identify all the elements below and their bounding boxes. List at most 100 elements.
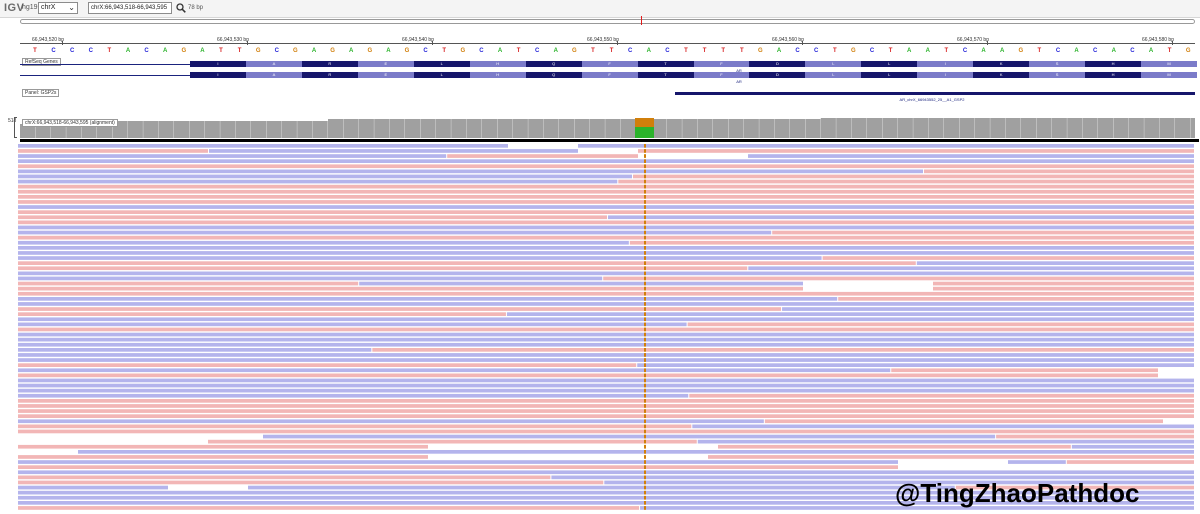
read[interactable]	[18, 337, 1194, 342]
read[interactable]	[692, 424, 1194, 429]
read[interactable]	[18, 327, 1194, 332]
read[interactable]	[18, 200, 1194, 204]
read[interactable]	[263, 434, 996, 439]
chevron-down-icon[interactable]: ⌄	[68, 3, 75, 13]
read[interactable]	[18, 388, 1194, 393]
read[interactable]	[359, 281, 803, 286]
read[interactable]	[1008, 460, 1066, 464]
read[interactable]	[18, 210, 1194, 214]
read[interactable]	[18, 480, 604, 485]
read[interactable]	[697, 439, 1194, 444]
read[interactable]	[18, 164, 1194, 169]
read[interactable]	[18, 251, 1194, 255]
read[interactable]	[18, 154, 447, 158]
read[interactable]	[18, 348, 372, 352]
read[interactable]	[18, 399, 1194, 403]
read[interactable]	[18, 307, 782, 311]
read[interactable]	[603, 276, 1194, 281]
read[interactable]	[18, 240, 629, 245]
read[interactable]	[18, 378, 1194, 383]
read[interactable]	[18, 358, 1194, 362]
locus-input[interactable]: chrX:66,943,518-66,943,595	[88, 2, 172, 14]
read[interactable]	[924, 169, 1194, 174]
read[interactable]	[18, 460, 898, 464]
read[interactable]	[633, 174, 1194, 179]
read[interactable]	[18, 246, 1194, 250]
read[interactable]	[18, 169, 924, 174]
read[interactable]	[933, 286, 1194, 291]
coverage-mismatch-bar[interactable]	[635, 118, 654, 127]
read[interactable]	[782, 307, 1194, 311]
coverage-mismatch-bar[interactable]	[635, 127, 654, 138]
read[interactable]	[18, 302, 1194, 306]
coverage-track[interactable]	[20, 117, 1195, 138]
read[interactable]	[18, 266, 748, 271]
read[interactable]	[18, 332, 1194, 337]
read[interactable]	[18, 225, 1194, 230]
read[interactable]	[18, 149, 208, 153]
read[interactable]	[18, 291, 1194, 296]
read[interactable]	[18, 409, 1194, 413]
read[interactable]	[18, 465, 898, 469]
read[interactable]	[18, 235, 1194, 240]
read[interactable]	[18, 195, 1194, 199]
read[interactable]	[18, 506, 640, 510]
read[interactable]	[764, 419, 1163, 424]
gene-exon[interactable]: IARELHQFTFDLLIKSHM	[190, 72, 1197, 78]
read[interactable]	[18, 429, 1194, 434]
read[interactable]	[1066, 460, 1194, 464]
read[interactable]	[447, 154, 638, 158]
read[interactable]	[718, 444, 1071, 449]
read[interactable]	[891, 368, 1158, 373]
read[interactable]	[18, 205, 1194, 209]
panel-track-name[interactable]: Panel: GSP2s	[22, 89, 60, 97]
read[interactable]	[18, 363, 637, 367]
read[interactable]	[748, 266, 1194, 271]
read[interactable]	[18, 261, 916, 265]
read[interactable]	[208, 439, 697, 444]
read[interactable]	[18, 281, 359, 286]
read[interactable]	[18, 368, 891, 373]
read[interactable]	[18, 230, 772, 235]
read[interactable]	[18, 174, 633, 179]
read[interactable]	[18, 404, 1194, 408]
read[interactable]	[772, 230, 1194, 235]
read[interactable]	[18, 383, 1194, 388]
read[interactable]	[578, 144, 1194, 148]
read[interactable]	[372, 348, 1194, 352]
read[interactable]	[18, 470, 1194, 475]
read[interactable]	[18, 271, 1194, 276]
ruler[interactable]	[20, 43, 1195, 44]
search-icon[interactable]	[176, 3, 186, 13]
read[interactable]	[506, 312, 1194, 316]
read[interactable]	[18, 373, 1158, 378]
genome-label[interactable]: hg19	[22, 4, 38, 11]
read[interactable]	[18, 256, 822, 260]
read[interactable]	[629, 240, 1194, 245]
read[interactable]	[18, 444, 428, 449]
read[interactable]	[18, 184, 1194, 189]
read[interactable]	[18, 215, 608, 220]
read[interactable]	[637, 363, 1194, 367]
chromosome-select[interactable]: chrX ⌄	[38, 2, 78, 14]
read[interactable]	[248, 485, 955, 490]
read[interactable]	[933, 281, 1194, 286]
read[interactable]	[18, 393, 689, 398]
read[interactable]	[208, 149, 579, 153]
gene-exon[interactable]: IARELHQFTFDLLIKSHM	[190, 61, 1197, 67]
read[interactable]	[916, 261, 1194, 265]
panel-feature[interactable]	[675, 92, 1195, 95]
read[interactable]	[748, 154, 1194, 158]
read[interactable]	[18, 179, 618, 184]
read[interactable]	[18, 424, 692, 429]
chromosome-ideogram[interactable]	[20, 19, 1195, 24]
read[interactable]	[608, 215, 1194, 220]
read[interactable]	[708, 455, 1194, 459]
reads-track[interactable]	[18, 144, 1200, 512]
read[interactable]	[638, 149, 1194, 153]
read[interactable]	[18, 312, 506, 316]
read[interactable]	[18, 353, 1194, 357]
read[interactable]	[18, 297, 838, 301]
read[interactable]	[822, 256, 1194, 260]
read[interactable]	[18, 220, 1194, 225]
